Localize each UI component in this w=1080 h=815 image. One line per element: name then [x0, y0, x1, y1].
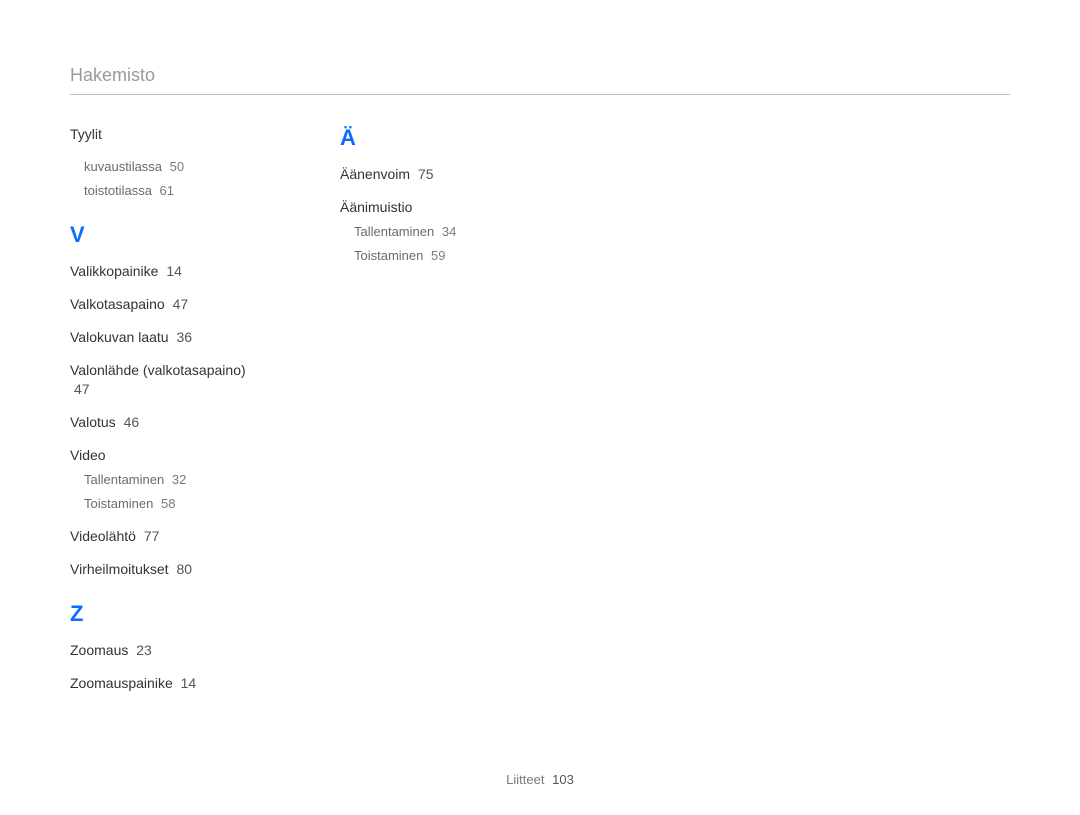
column-1: Tyylit kuvaustilassa 50 toistotilassa 61…	[70, 125, 260, 706]
entry-label: Valikkopainike	[70, 263, 158, 279]
sub-page: 34	[442, 224, 456, 239]
footer-label: Liitteet	[506, 772, 544, 787]
entry-label: Virheilmoitukset	[70, 561, 169, 577]
entry-page: 36	[176, 329, 192, 345]
entry-label: Äänimuistio	[340, 199, 412, 215]
entry-label: Äänenvoim	[340, 166, 410, 182]
index-columns: Tyylit kuvaustilassa 50 toistotilassa 61…	[70, 125, 1010, 706]
sub-aani-tallentaminen: Tallentaminen 34	[354, 223, 530, 241]
entry-label: Valonlähde (valkotasapaino)	[70, 362, 246, 378]
entry-aanimuistio: Äänimuistio	[340, 198, 530, 217]
entry-page: 47	[173, 296, 189, 312]
entry-valonlahde: Valonlähde (valkotasapaino) 47	[70, 361, 260, 399]
section-letter-z: Z	[70, 601, 260, 627]
entry-virheilmoitukset: Virheilmoitukset 80	[70, 560, 260, 579]
entry-videolahto: Videolähtö 77	[70, 527, 260, 546]
entry-label: Valotus	[70, 414, 116, 430]
sub-page: 61	[160, 183, 174, 198]
sub-label: Toistaminen	[84, 496, 153, 511]
sub-page: 59	[431, 248, 445, 263]
entry-page: 47	[74, 381, 90, 397]
sub-label: Tallentaminen	[84, 472, 164, 487]
entry-page: 75	[418, 166, 434, 182]
sub-aani-toistaminen: Toistaminen 59	[354, 247, 530, 265]
entry-label: Zoomaus	[70, 642, 128, 658]
entry-valokuvan-laatu: Valokuvan laatu 36	[70, 328, 260, 347]
entry-label: Zoomauspainike	[70, 675, 173, 691]
sub-kuvaustilassa: kuvaustilassa 50	[84, 158, 260, 176]
sub-label: toistotilassa	[84, 183, 152, 198]
page-title: Hakemisto	[70, 65, 1010, 86]
entry-label: Valokuvan laatu	[70, 329, 169, 345]
sub-label: kuvaustilassa	[84, 159, 162, 174]
footer-page-number: 103	[552, 772, 574, 787]
entry-page: 80	[176, 561, 192, 577]
section-letter-v: V	[70, 222, 260, 248]
entry-page: 46	[124, 414, 140, 430]
sub-page: 50	[170, 159, 184, 174]
entry-label: Videolähtö	[70, 528, 136, 544]
sub-toistotilassa: toistotilassa 61	[84, 182, 260, 200]
entry-label: Video	[70, 447, 106, 463]
entry-valikkopainike: Valikkopainike 14	[70, 262, 260, 281]
sub-page: 32	[172, 472, 186, 487]
entry-page: 14	[166, 263, 182, 279]
entry-aanenvoim: Äänenvoim 75	[340, 165, 530, 184]
entry-valkotasapaino: Valkotasapaino 47	[70, 295, 260, 314]
entry-zoomaus: Zoomaus 23	[70, 641, 260, 660]
entry-zoomauspainike: Zoomauspainike 14	[70, 674, 260, 693]
entry-page: 23	[136, 642, 152, 658]
header-rule	[70, 94, 1010, 95]
sub-page: 58	[161, 496, 175, 511]
sub-label: Tallentaminen	[354, 224, 434, 239]
page: Hakemisto Tyylit kuvaustilassa 50 toisto…	[0, 0, 1080, 815]
entry-video: Video	[70, 446, 260, 465]
sub-video-tallentaminen: Tallentaminen 32	[84, 471, 260, 489]
entry-label: Valkotasapaino	[70, 296, 165, 312]
entry-page: 14	[181, 675, 197, 691]
entry-page: 77	[144, 528, 160, 544]
sub-video-toistaminen: Toistaminen 58	[84, 495, 260, 513]
entry-tyylit: Tyylit	[70, 125, 260, 144]
entry-valotus: Valotus 46	[70, 413, 260, 432]
sub-label: Toistaminen	[354, 248, 423, 263]
page-footer: Liitteet 103	[0, 772, 1080, 787]
section-letter-a-umlaut: Ä	[340, 125, 530, 151]
column-2: Ä Äänenvoim 75 Äänimuistio Tallentaminen…	[340, 125, 530, 706]
